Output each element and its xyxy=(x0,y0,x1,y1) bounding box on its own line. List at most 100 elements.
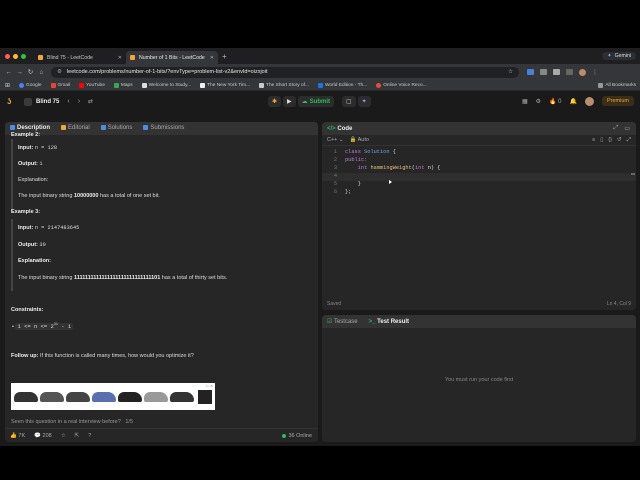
help-icon[interactable]: ? xyxy=(88,433,91,439)
notes-icon[interactable]: ▢ xyxy=(342,96,356,107)
bookmark-world-edition[interactable]: World Edition - Th... xyxy=(317,82,367,88)
address-bar[interactable]: ⚙ leetcode.com/problems/number-of-1-bits… xyxy=(51,66,519,78)
code-panel: </> Code ⤢ ▭ C++ ⌄ 🔒 Auto ≡ ▯ {} ↺ ⤢ 1 cl… xyxy=(322,122,636,310)
google-icon xyxy=(19,82,25,88)
bookmark-nytimes[interactable]: The New York Tim... xyxy=(200,82,250,88)
problem-list-button[interactable]: Blind 75 xyxy=(24,97,59,106)
maximize-window-button[interactable] xyxy=(21,53,26,59)
editor-scrollbar[interactable] xyxy=(631,173,635,175)
run-button[interactable]: ▶ xyxy=(283,96,296,107)
shuffle-icon[interactable]: ⇄ xyxy=(88,98,93,105)
prev-problem-icon[interactable]: ‹ xyxy=(67,98,69,105)
extension-icon[interactable] xyxy=(527,69,534,75)
ad-shoe-image xyxy=(92,391,116,402)
example-3-explanation-label: Explanation: xyxy=(18,258,52,264)
tab-title: Number of 1 Bits - LeetCode xyxy=(139,54,205,61)
bookmark-icon[interactable]: ▯ xyxy=(600,137,603,144)
bookmark-star-icon[interactable]: ☆ xyxy=(508,69,513,75)
fullscreen-icon[interactable]: ⤢ xyxy=(627,137,631,144)
extension-icon[interactable] xyxy=(540,69,547,75)
bookmark-youtube[interactable]: YouTube xyxy=(79,82,105,88)
bookmark-maps[interactable]: Maps xyxy=(113,82,133,88)
gemini-button[interactable]: ✦ Gemini xyxy=(602,52,636,60)
braces-icon[interactable]: {} xyxy=(608,137,612,144)
bookmark-voice-recorder[interactable]: Online Voice Reco... xyxy=(376,82,427,88)
tab-editorial[interactable]: Editorial xyxy=(61,125,90,132)
youtube-icon xyxy=(79,82,85,88)
ad-shoe-image xyxy=(118,391,142,402)
streak-counter[interactable]: 🔥 0 xyxy=(549,98,562,105)
code-tab[interactable]: </> Code xyxy=(327,126,352,132)
extensions-area: ⋮ xyxy=(527,68,598,76)
share-icon[interactable]: ⇱ xyxy=(75,433,80,439)
close-window-button[interactable] xyxy=(5,53,10,59)
home-icon[interactable]: ⌂ xyxy=(36,69,47,76)
back-arrow-icon[interactable]: ← xyxy=(3,69,14,76)
extensions-puzzle-icon[interactable] xyxy=(553,69,560,75)
code-toolbar: C++ ⌄ 🔒 Auto ≡ ▯ {} ↺ ⤢ xyxy=(322,135,636,146)
interview-question-prompt[interactable]: Seen this question in a real interview b… xyxy=(11,419,133,425)
tab-test-result[interactable]: >_ Test Result xyxy=(369,319,409,325)
terminal-icon: >_ xyxy=(368,318,376,325)
site-info-icon[interactable]: ⚙ xyxy=(57,69,62,75)
browser-tab-blind75[interactable]: Blind 75 - LeetCode ✕ xyxy=(34,51,126,64)
premium-button[interactable]: Premium xyxy=(601,96,634,106)
bookmark-gmail[interactable]: Gmail xyxy=(50,82,70,88)
next-problem-icon[interactable]: › xyxy=(78,98,80,105)
format-icon[interactable]: ≡ xyxy=(592,137,595,144)
close-tab-icon[interactable]: ✕ xyxy=(118,55,122,61)
tab-testcase[interactable]: ☑ Testcase xyxy=(327,318,358,325)
layout-icon[interactable]: ▦ xyxy=(522,98,528,105)
tab-description[interactable]: Description xyxy=(10,125,50,132)
settings-gear-icon[interactable]: ⚙ xyxy=(536,98,541,105)
comments-button[interactable]: 💬 208 xyxy=(34,433,52,439)
constraint-item: • 1 <= n <= 231 - 1 xyxy=(12,323,74,330)
example-2-input: Input: n = 128 xyxy=(18,145,58,151)
history-icon xyxy=(143,125,149,131)
all-bookmarks[interactable]: All Bookmarks xyxy=(598,82,636,88)
tab-solutions[interactable]: Solutions xyxy=(100,125,132,132)
kebab-menu-icon[interactable]: ⋮ xyxy=(592,69,598,76)
example-3-explanation: The input binary string 1111111111111111… xyxy=(18,275,228,281)
reload-icon[interactable]: ↻ xyxy=(25,68,36,76)
new-tab-button[interactable]: + xyxy=(222,52,227,61)
checkbox-icon: ☑ xyxy=(327,319,333,325)
tab-submissions[interactable]: Submissions xyxy=(143,125,184,132)
debug-icon[interactable]: ✱ xyxy=(268,96,282,107)
submit-button[interactable]: ☁ Submit xyxy=(297,96,334,107)
url-text[interactable]: leetcode.com/problems/number-of-1-bits/?… xyxy=(67,69,503,75)
reset-icon[interactable]: ↺ xyxy=(617,137,622,144)
ad-shoe-image xyxy=(14,391,38,402)
panel-menu-icon[interactable]: ▭ xyxy=(624,125,630,132)
profile-avatar[interactable] xyxy=(579,68,586,76)
article-icon xyxy=(259,82,265,88)
bookmark-google[interactable]: Google xyxy=(19,82,42,88)
minimize-window-button[interactable] xyxy=(13,53,18,59)
language-select[interactable]: C++ ⌄ xyxy=(327,137,344,143)
browser-tab-number-of-1-bits[interactable]: Number of 1 Bits - LeetCode ✕ xyxy=(126,51,218,64)
bookmark-short-story[interactable]: The Short Story of... xyxy=(259,82,309,88)
sidepanel-icon[interactable] xyxy=(566,69,573,75)
code-line: 1 class Solution { xyxy=(333,149,396,155)
favorite-star-icon[interactable]: ☆ xyxy=(61,433,66,439)
apps-grid-icon[interactable]: ⊞ xyxy=(5,82,10,89)
like-button[interactable]: 👍 7K xyxy=(10,433,25,439)
user-avatar[interactable] xyxy=(584,96,594,106)
follow-up: Follow up: If this function is called ma… xyxy=(11,353,194,359)
close-tab-icon[interactable]: ✕ xyxy=(210,55,214,61)
list-icon xyxy=(24,97,32,106)
advertisement-banner[interactable]: ▷ ✕ xyxy=(11,383,215,410)
code-editor[interactable]: 1 class Solution { 2 public: 3 int hamming… xyxy=(322,147,636,298)
expand-icon[interactable]: ⤢ xyxy=(614,125,619,132)
example-2-title: Example 2: xyxy=(11,132,41,138)
auto-mode[interactable]: 🔒 Auto xyxy=(350,137,369,143)
notifications-bell-icon[interactable]: 🔔 xyxy=(570,98,577,105)
globe-icon xyxy=(317,82,323,88)
constraints-title: Constraints: xyxy=(11,307,44,313)
ai-assist-icon[interactable]: ✦ xyxy=(357,96,371,107)
leetcode-logo-icon[interactable]: ʖ xyxy=(7,97,14,106)
forward-arrow-icon[interactable]: → xyxy=(14,69,25,76)
bookmark-study[interactable]: Welcome to Study... xyxy=(141,82,191,88)
ad-shoe-image xyxy=(66,391,90,402)
ad-choices-icon[interactable]: ▷ ✕ xyxy=(206,384,213,388)
